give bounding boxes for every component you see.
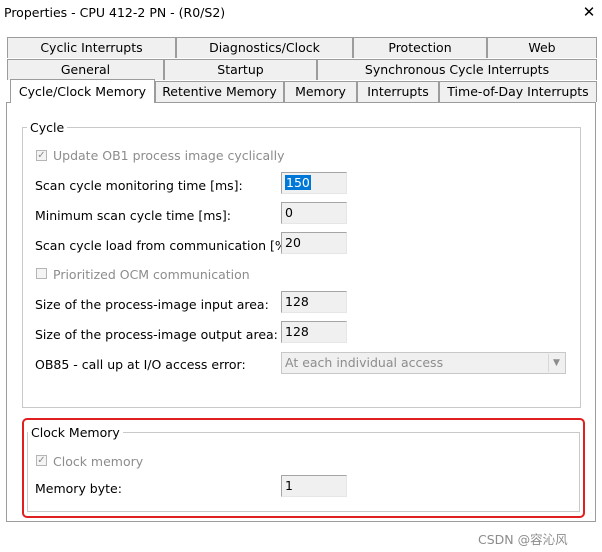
tab-web[interactable]: Web — [487, 37, 597, 58]
ocm-label: Prioritized OCM communication — [53, 267, 250, 282]
cycle-group-title: Cycle — [27, 120, 68, 135]
title-bar: Properties - CPU 412-2 PN - (R0/S2) ✕ — [0, 0, 602, 26]
tab-synchronous-cycle-interrupts[interactable]: Synchronous Cycle Interrupts — [317, 59, 597, 80]
chevron-down-icon[interactable]: ▼ — [548, 354, 564, 372]
scan-monitoring-input[interactable]: 150 — [281, 172, 347, 194]
tab-retentive-memory[interactable]: Retentive Memory — [155, 81, 284, 102]
window-title: Properties - CPU 412-2 PN - (R0/S2) — [4, 5, 226, 20]
tab-general[interactable]: General — [7, 59, 164, 80]
ob85-dropdown[interactable]: At each individual access ▼ — [281, 352, 566, 374]
ob85-label: OB85 - call up at I/O access error: — [35, 357, 246, 372]
min-scan-input[interactable]: 0 — [281, 202, 347, 224]
output-area-input[interactable]: 128 — [281, 321, 347, 343]
scan-load-input[interactable]: 20 — [281, 232, 347, 254]
input-area-label: Size of the process-image input area: — [35, 297, 269, 312]
input-area-input[interactable]: 128 — [281, 291, 347, 313]
tab-interrupts[interactable]: Interrupts — [357, 81, 439, 102]
output-area-label: Size of the process-image output area: — [35, 327, 278, 342]
tab-cycle-clock-memory[interactable]: Cycle/Clock Memory — [10, 79, 155, 103]
update-ob1-checkbox[interactable]: ✓ — [36, 150, 47, 161]
update-ob1-label: Update OB1 process image cyclically — [53, 148, 285, 163]
highlight-box — [22, 418, 585, 518]
scan-monitoring-value: 150 — [285, 175, 311, 190]
scan-monitoring-label: Scan cycle monitoring time [ms]: — [35, 178, 243, 193]
watermark: CSDN @容沁风 — [478, 532, 568, 547]
tab-time-of-day-interrupts[interactable]: Time-of-Day Interrupts — [439, 81, 597, 102]
scan-load-label: Scan cycle load from communication [%]: — [35, 238, 296, 253]
close-icon[interactable]: ✕ — [580, 2, 598, 22]
tab-protection[interactable]: Protection — [353, 37, 487, 58]
tab-cyclic-interrupts[interactable]: Cyclic Interrupts — [7, 37, 176, 58]
min-scan-label: Minimum scan cycle time [ms]: — [35, 208, 231, 223]
tab-startup[interactable]: Startup — [164, 59, 317, 80]
tab-memory[interactable]: Memory — [284, 81, 357, 102]
tab-diagnostics-clock[interactable]: Diagnostics/Clock — [176, 37, 353, 58]
ocm-checkbox[interactable] — [36, 268, 47, 279]
ob85-value: At each individual access — [285, 355, 444, 370]
